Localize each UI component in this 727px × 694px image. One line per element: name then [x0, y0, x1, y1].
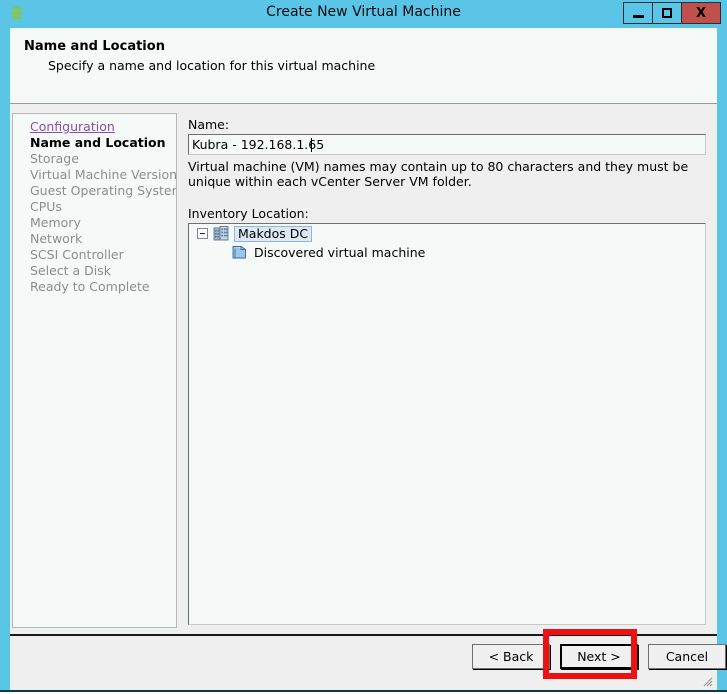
- wizard-footer: < Back Next > Cancel: [10, 634, 726, 690]
- name-label: Name:: [188, 117, 230, 132]
- sidebar-item-virtual-machine-version[interactable]: Virtual Machine Version: [13, 167, 176, 183]
- sidebar-item-scsi-controller[interactable]: SCSI Controller: [13, 247, 176, 263]
- cancel-button[interactable]: Cancel: [648, 644, 726, 669]
- folder-icon: [232, 246, 246, 259]
- sidebar-item-cpus[interactable]: CPUs: [13, 199, 176, 215]
- tree-row[interactable]: Discovered virtual machine: [189, 243, 705, 262]
- datacenter-icon: [213, 226, 229, 241]
- tree-node-label-discovered-vm[interactable]: Discovered virtual machine: [254, 245, 425, 260]
- collapse-minus-icon[interactable]: [197, 228, 208, 239]
- tree-row[interactable]: Makdos DC: [189, 224, 705, 243]
- resize-grip-icon[interactable]: [701, 675, 713, 687]
- back-button[interactable]: < Back: [472, 644, 550, 669]
- sidebar-item-guest-operating-system[interactable]: Guest Operating System: [13, 183, 176, 199]
- page-title: Name and Location: [24, 39, 165, 54]
- wizard-header-panel: Name and Location Specify a name and loc…: [10, 28, 717, 104]
- sidebar-item-ready-to-complete[interactable]: Ready to Complete: [13, 279, 176, 295]
- vm-name-input[interactable]: [192, 137, 697, 152]
- sidebar-item-select-a-disk[interactable]: Select a Disk: [13, 263, 176, 279]
- tree-node-label-datacenter[interactable]: Makdos DC: [234, 225, 313, 242]
- vsphere-create-vm-wizard-window: Create New Virtual Machine X Name and Lo…: [0, 0, 727, 694]
- close-button[interactable]: X: [681, 2, 721, 24]
- sidebar-item-storage[interactable]: Storage: [13, 151, 176, 167]
- text-caret: [311, 138, 312, 152]
- title-bar[interactable]: Create New Virtual Machine X: [0, 0, 727, 26]
- wizard-content-pane: Name: Virtual machine (VM) names may con…: [186, 113, 710, 628]
- page-subtitle: Specify a name and location for this vir…: [48, 58, 376, 73]
- wizard-step-list: Configuration Name and Location Storage …: [12, 113, 177, 628]
- minimize-button[interactable]: [623, 2, 653, 24]
- window-controls: X: [623, 2, 721, 24]
- sidebar-item-network[interactable]: Network: [13, 231, 176, 247]
- minimize-icon: [632, 14, 644, 18]
- sidebar-item-memory[interactable]: Memory: [13, 215, 176, 231]
- next-button[interactable]: Next >: [560, 644, 638, 669]
- sidebar-item-configuration[interactable]: Configuration: [13, 119, 176, 135]
- inventory-location-tree[interactable]: Makdos DC Discovered virtual machine: [188, 223, 706, 625]
- vm-name-field-wrapper[interactable]: [188, 134, 706, 155]
- sidebar-item-name-and-location[interactable]: Name and Location: [13, 135, 176, 151]
- maximize-button[interactable]: [652, 2, 682, 24]
- inventory-location-label: Inventory Location:: [188, 206, 309, 221]
- name-help-text: Virtual machine (VM) names may contain u…: [188, 159, 689, 189]
- maximize-icon: [662, 8, 672, 18]
- window-title: Create New Virtual Machine: [266, 4, 461, 20]
